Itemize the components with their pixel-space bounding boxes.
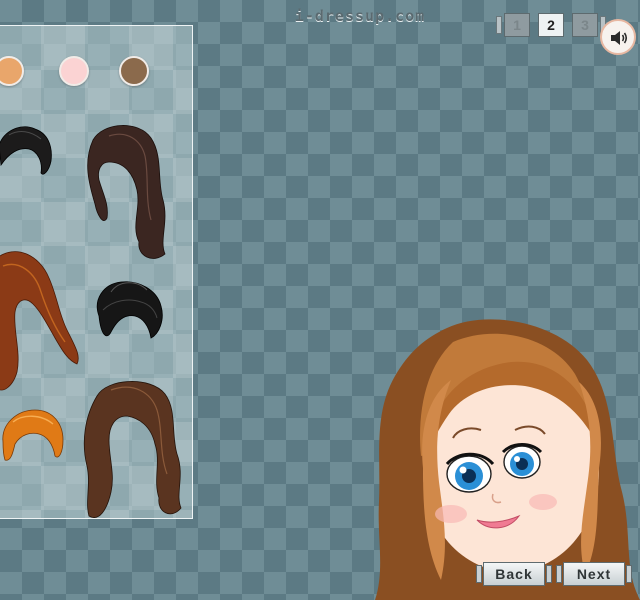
back-button-left-cap xyxy=(476,565,482,583)
skin-tone-brown[interactable] xyxy=(119,56,149,86)
page-button-2[interactable]: 2 xyxy=(538,13,564,37)
hair-brown-long-wavy[interactable] xyxy=(81,376,185,519)
site-logo[interactable]: i-dressup.com xyxy=(272,6,448,26)
hair-dark-brown-long-wavy[interactable] xyxy=(79,122,171,264)
next-button-label[interactable]: Next xyxy=(563,562,625,586)
back-button-right-cap xyxy=(546,565,552,583)
next-button[interactable]: Next xyxy=(556,562,634,586)
hair-orange-bob[interactable] xyxy=(1,406,65,466)
page-selector: 1 2 3 xyxy=(496,12,606,38)
back-button[interactable]: Back xyxy=(476,562,552,586)
speaker-icon xyxy=(611,31,628,45)
next-button-left-cap xyxy=(556,565,562,583)
page-button-3[interactable]: 3 xyxy=(572,13,598,37)
hair-black-short[interactable] xyxy=(0,121,57,191)
hair-auburn-long[interactable] xyxy=(0,248,81,396)
wardrobe-panel xyxy=(0,25,193,519)
game-stage: i-dressup.com 1 2 3 Back Next xyxy=(0,0,640,600)
skin-tone-pink[interactable] xyxy=(59,56,89,86)
back-button-label[interactable]: Back xyxy=(483,562,545,586)
hair-black-updo[interactable] xyxy=(89,276,167,356)
next-button-right-cap xyxy=(626,565,632,583)
page-button-1[interactable]: 1 xyxy=(504,13,530,37)
pager-left-cap xyxy=(496,16,502,34)
sound-toggle-button[interactable] xyxy=(600,19,636,55)
model-girl-illustration xyxy=(375,319,640,600)
